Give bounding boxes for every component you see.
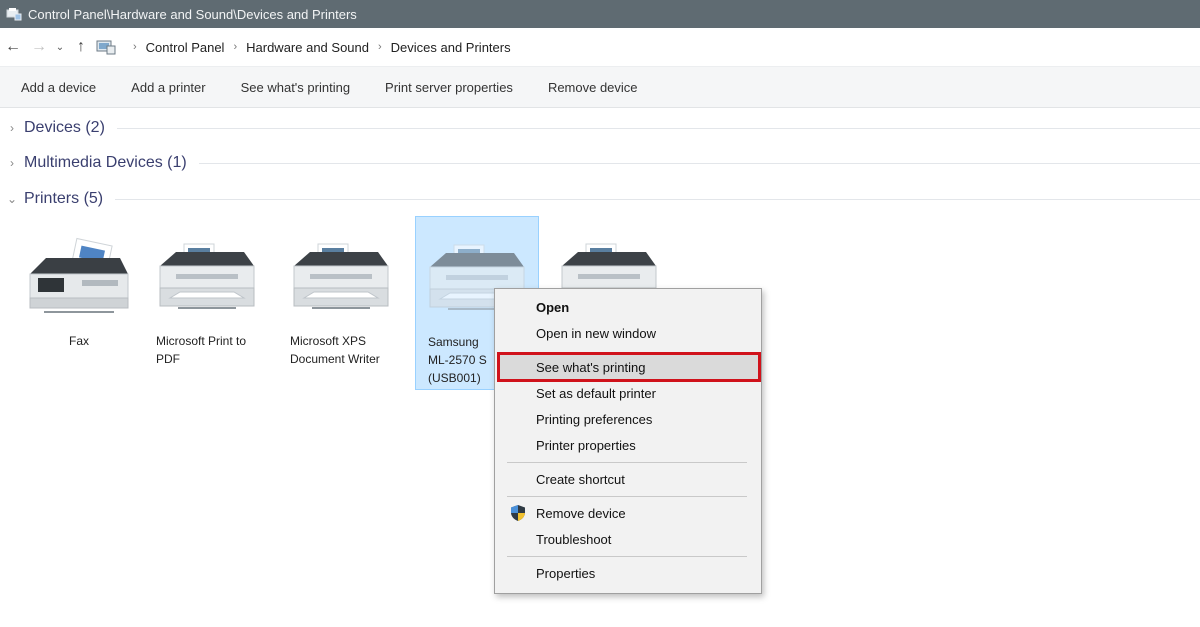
menu-separator [507, 496, 747, 497]
add-printer-button[interactable]: Add a printer [118, 73, 218, 101]
group-title: Printers (5) [24, 190, 104, 207]
chevron-right-icon[interactable]: › [0, 156, 24, 170]
breadcrumb-control-panel[interactable]: Control Panel [146, 40, 225, 55]
control-panel-icon [96, 40, 116, 55]
menu-item-label: Remove device [536, 505, 626, 521]
add-device-button[interactable]: Add a device [8, 73, 109, 101]
forward-arrow-icon[interactable]: → [26, 34, 52, 60]
breadcrumb-separator-icon[interactable]: › [378, 41, 382, 53]
menu-item-open[interactable]: Open [497, 294, 759, 320]
group-title: Devices (2) [24, 119, 105, 136]
printer-label: Samsung ML-2570 S (USB001) [428, 335, 487, 385]
address-bar: ← → ⌄ ↑ › Control Panel › Hardware and S… [0, 28, 1200, 66]
breadcrumb-separator-icon[interactable]: › [133, 41, 137, 53]
printer-label: Fax [68, 334, 89, 348]
group-divider [116, 127, 1200, 129]
window-titlebar[interactable]: Control Panel\Hardware and Sound\Devices… [0, 0, 1200, 28]
menu-item-properties[interactable]: Properties [497, 560, 759, 586]
group-divider [198, 162, 1200, 164]
group-multimedia-devices[interactable]: › Multimedia Devices (1) [0, 148, 1200, 178]
printer-label: Microsoft Print to PDF [156, 334, 247, 366]
command-bar: Add a device Add a printer See what's pr… [0, 66, 1200, 108]
group-devices[interactable]: › Devices (2) [0, 113, 1200, 143]
menu-separator [507, 556, 747, 557]
chevron-right-icon[interactable]: › [0, 121, 24, 135]
back-arrow-icon[interactable]: ← [0, 34, 26, 60]
chevron-down-icon[interactable]: ⌄ [0, 192, 24, 206]
menu-item-open-in-new-window[interactable]: Open in new window [497, 320, 759, 346]
group-divider [115, 198, 1200, 200]
menu-item-see-whats-printing[interactable]: See what's printing [497, 352, 761, 382]
printer-icon [152, 236, 262, 322]
menu-separator [507, 462, 747, 463]
menu-item-remove-device[interactable]: Remove device [497, 500, 759, 526]
printer-label: Microsoft XPS Document Writer [290, 334, 380, 366]
menu-item-create-shortcut[interactable]: Create shortcut [497, 466, 759, 492]
print-server-properties-button[interactable]: Print server properties [372, 73, 526, 101]
menu-item-printing-preferences[interactable]: Printing preferences [497, 406, 759, 432]
breadcrumb-devices-and-printers[interactable]: Devices and Printers [391, 40, 511, 55]
printer-icon [286, 236, 396, 322]
printer-item-fax[interactable]: Fax [18, 216, 140, 392]
menu-item-troubleshoot[interactable]: Troubleshoot [497, 526, 759, 552]
menu-item-set-as-default-printer[interactable]: Set as default printer [497, 380, 759, 406]
admin-shield-icon [511, 505, 525, 521]
devices-printers-icon [6, 8, 22, 21]
menu-item-printer-properties[interactable]: Printer properties [497, 432, 759, 458]
context-menu: Open Open in new window See what's print… [494, 288, 762, 594]
see-whats-printing-button[interactable]: See what's printing [228, 73, 363, 101]
breadcrumb-separator-icon[interactable]: › [233, 41, 237, 53]
remove-device-button[interactable]: Remove device [535, 73, 651, 101]
group-title: Multimedia Devices (1) [24, 154, 187, 171]
window-title: Control Panel\Hardware and Sound\Devices… [28, 6, 357, 22]
chevron-down-icon[interactable]: ⌄ [52, 34, 68, 60]
printer-item-microsoft-xps-document-writer[interactable]: Microsoft XPS Document Writer [280, 216, 402, 392]
fax-icon [24, 236, 134, 322]
group-printers[interactable]: ⌄ Printers (5) [0, 184, 1200, 214]
up-arrow-icon[interactable]: ↑ [68, 34, 94, 60]
breadcrumb-hardware-and-sound[interactable]: Hardware and Sound [246, 40, 369, 55]
breadcrumb: › Control Panel › Hardware and Sound › D… [124, 40, 511, 55]
printer-item-microsoft-print-to-pdf[interactable]: Microsoft Print to PDF [146, 216, 268, 392]
